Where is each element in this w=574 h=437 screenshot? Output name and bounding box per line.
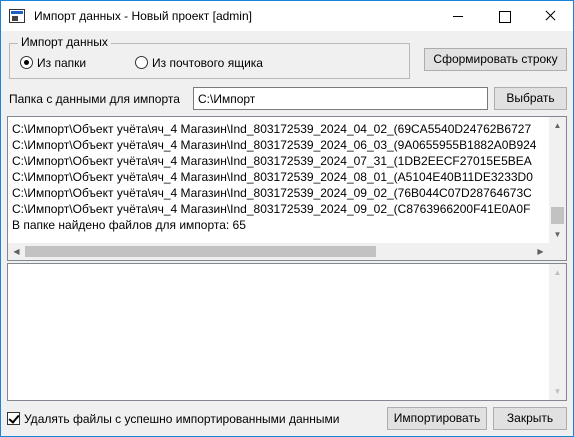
import-details-memo[interactable]: ▲ ▼ — [7, 263, 567, 401]
log-line: C:\Импорт\Объект учёта\яч_4 Магазин\Ind_… — [12, 170, 533, 184]
radio-from-mailbox-circle[interactable] — [135, 56, 148, 69]
scroll-down-arrow-icon[interactable]: ▼ — [549, 226, 566, 243]
scroll-up-arrow-icon[interactable]: ▲ — [549, 264, 566, 281]
folder-path-input[interactable] — [193, 87, 488, 110]
scroll-thumb[interactable] — [25, 246, 376, 257]
form-string-button[interactable]: Сформировать строку — [424, 48, 567, 71]
scroll-right-arrow-icon[interactable]: ▶ — [532, 243, 549, 260]
log-line: C:\Импорт\Объект учёта\яч_4 Магазин\Ind_… — [12, 202, 531, 216]
close-window-button[interactable] — [527, 1, 573, 31]
window-title: Импорт данных - Новый проект [admin] — [34, 9, 252, 23]
log-line: C:\Импорт\Объект учёта\яч_4 Магазин\Ind_… — [12, 138, 537, 152]
close-button[interactable]: Закрыть — [493, 407, 567, 430]
log-line: C:\Импорт\Объект учёта\яч_4 Магазин\Ind_… — [12, 154, 532, 168]
radio-from-folder-circle[interactable] — [20, 56, 33, 69]
log-horizontal-scrollbar[interactable]: ◀ ▶ — [8, 243, 549, 260]
memo-vertical-scrollbar[interactable]: ▲ ▼ — [549, 264, 566, 400]
delete-files-checkbox[interactable] — [7, 412, 20, 425]
browse-button[interactable]: Выбрать — [494, 87, 567, 110]
scrollbar-corner — [549, 243, 566, 260]
app-icon — [9, 9, 25, 23]
scroll-down-arrow-icon[interactable]: ▼ — [549, 383, 566, 400]
scroll-thumb[interactable] — [551, 207, 564, 224]
radio-from-mailbox[interactable]: Из почтового ящика — [135, 56, 263, 70]
import-source-group-title: Импорт данных — [18, 35, 111, 49]
scroll-up-arrow-icon[interactable]: ▲ — [549, 117, 566, 134]
import-dialog-window: Импорт данных - Новый проект [admin] Имп… — [0, 0, 574, 437]
log-line: C:\Импорт\Объект учёта\яч_4 Магазин\Ind_… — [12, 122, 532, 136]
log-line: C:\Импорт\Объект учёта\яч_4 Магазин\Ind_… — [12, 186, 532, 200]
title-bar[interactable]: Импорт данных - Новый проект [admin] — [1, 1, 573, 31]
log-lines: C:\Импорт\Объект учёта\яч_4 Магазин\Ind_… — [12, 121, 548, 233]
log-vertical-scrollbar[interactable]: ▲ ▼ — [549, 117, 566, 243]
folder-label: Папка с данными для импорта — [9, 92, 180, 106]
import-source-group: Импорт данных Из папки Из почтового ящик… — [9, 35, 410, 79]
import-log-list[interactable]: C:\Импорт\Объект учёта\яч_4 Магазин\Ind_… — [7, 116, 567, 261]
minimize-button[interactable] — [435, 1, 481, 31]
delete-files-label[interactable]: Удалять файлы с успешно импортированными… — [24, 412, 339, 426]
radio-from-folder[interactable]: Из папки — [20, 56, 86, 70]
delete-files-checkbox-row[interactable]: Удалять файлы с успешно импортированными… — [7, 412, 339, 426]
import-button[interactable]: Импортировать — [387, 407, 487, 430]
maximize-button[interactable] — [481, 1, 527, 31]
log-summary-line: В папке найдено файлов для импорта: 65 — [12, 218, 246, 232]
radio-from-folder-label[interactable]: Из папки — [37, 56, 86, 70]
radio-from-mailbox-label[interactable]: Из почтового ящика — [152, 56, 263, 70]
scroll-left-arrow-icon[interactable]: ◀ — [8, 243, 25, 260]
